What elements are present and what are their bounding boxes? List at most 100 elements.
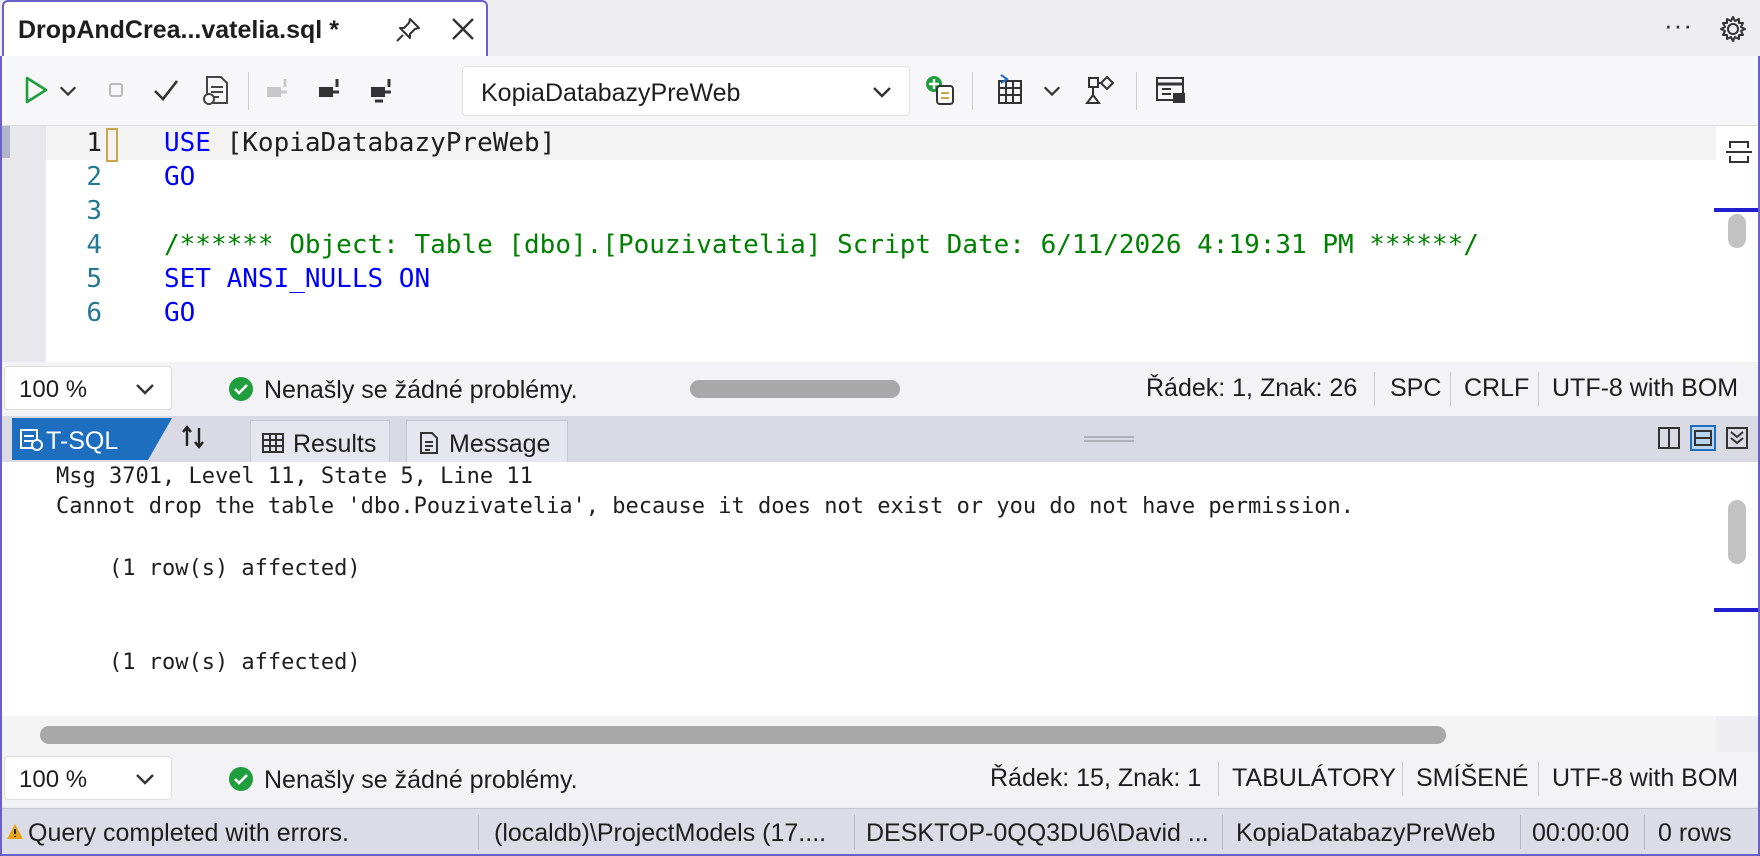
editor-vertical-scroll-thumb[interactable]: [1728, 214, 1746, 248]
chevron-down-icon: [135, 379, 155, 399]
tab-tsql[interactable]: T-SQL: [12, 418, 172, 460]
line-number: 4: [86, 230, 102, 260]
tab-tsql-label: T-SQL: [46, 427, 119, 455]
code-line[interactable]: 1 USE [KopiaDatabazyPreWeb]: [46, 126, 1716, 164]
editor-horizontal-scroll-thumb[interactable]: [690, 380, 900, 398]
status-separator: [1218, 762, 1219, 796]
query-status-text: Query completed with errors.: [28, 819, 349, 847]
change-connection-icon[interactable]: [364, 72, 400, 108]
results-zoom-value: 100 %: [19, 766, 88, 793]
client-statistics-icon[interactable]: [1152, 72, 1188, 108]
split-editor-icon[interactable]: [1724, 136, 1754, 168]
results-to-grid-icon[interactable]: [992, 72, 1028, 108]
cursor-position[interactable]: Řádek: 15, Znak: 1: [990, 764, 1201, 793]
toolbar-separator: [1136, 72, 1137, 110]
more-options-icon[interactable]: ···: [1664, 10, 1693, 41]
line-number: 6: [86, 298, 102, 328]
file-encoding[interactable]: UTF-8 with BOM: [1552, 764, 1738, 793]
chevron-down-icon: [871, 81, 893, 103]
sql-editor[interactable]: 1 USE [KopiaDatabazyPreWeb] 2 GO 3 4 /****** O…: [2, 126, 1758, 362]
split-horizontal-icon[interactable]: [1690, 424, 1716, 452]
user-name[interactable]: DESKTOP-0QQ3DU6\David ...: [866, 819, 1209, 848]
line-number: 5: [86, 264, 102, 294]
tsql-icon: [18, 426, 44, 452]
execute-dropdown-icon[interactable]: [56, 72, 80, 108]
results-tab-strip: T-SQL Results Message: [2, 416, 1758, 462]
error-message-text: Cannot drop the table 'dbo.Pouzivatelia'…: [56, 494, 1355, 519]
line-number: 3: [86, 196, 102, 226]
results-dropdown-icon[interactable]: [1040, 72, 1064, 108]
code-line[interactable]: 5 SET ANSI_NULLS ON: [46, 262, 1716, 300]
tab-results[interactable]: Results: [250, 420, 390, 462]
actual-plan-icon[interactable]: [1084, 72, 1120, 108]
code-line[interactable]: 4 /****** Object: Table [dbo].[Pouzivatel…: [46, 228, 1716, 266]
estimated-plan-icon[interactable]: [198, 72, 234, 108]
rows-affected-message: (1 row(s) affected): [56, 556, 361, 581]
code-token: [KopiaDatabazyPreWeb]: [210, 128, 556, 158]
connect-icon[interactable]: [312, 72, 348, 108]
document-tab-title[interactable]: DropAndCrea...vatelia.sql *: [18, 16, 339, 45]
code-token: GO: [164, 162, 196, 192]
close-icon[interactable]: [448, 14, 478, 44]
messages-vertical-scroll-thumb[interactable]: [1728, 500, 1746, 564]
code-text: USE [KopiaDatabazyPreWeb]: [164, 126, 555, 160]
pin-icon[interactable]: [394, 16, 422, 44]
splitter-grip[interactable]: [1084, 436, 1134, 442]
whitespace-mode[interactable]: TABULÁTORY: [1232, 764, 1396, 793]
tab-message-label: Message: [449, 430, 551, 458]
code-line[interactable]: 3: [46, 194, 1716, 232]
tab-message[interactable]: Message: [406, 420, 568, 462]
code-line[interactable]: 2 GO: [46, 160, 1716, 198]
database-select[interactable]: KopiaDatabazyPreWeb: [462, 66, 910, 116]
elapsed-time: 00:00:00: [1532, 819, 1630, 847]
line-ending[interactable]: CRLF: [1464, 374, 1529, 403]
grid-icon: [261, 431, 285, 455]
messages-horizontal-scroll-thumb[interactable]: [40, 726, 1446, 744]
line-number: 2: [86, 162, 102, 192]
status-separator: [478, 815, 479, 849]
status-separator: [1644, 815, 1645, 849]
database-name[interactable]: KopiaDatabazyPreWeb: [1236, 819, 1495, 848]
check-circle-icon: [228, 766, 254, 792]
line-ending[interactable]: SMÍŠENÉ: [1416, 764, 1529, 793]
code-token: USE: [164, 128, 211, 158]
check-icon[interactable]: [148, 72, 184, 108]
messages-pane[interactable]: Msg 3701, Level 11, State 5, Line 11 Can…: [2, 462, 1758, 716]
code-text: SET ANSI_NULLS ON: [164, 262, 430, 296]
row-count: 0 rows: [1658, 819, 1732, 847]
server-name[interactable]: (localdb)\ProjectModels (17....: [494, 819, 826, 848]
collapse-pane-icon[interactable]: [1724, 424, 1750, 452]
new-query-icon[interactable]: [922, 72, 958, 108]
stop-icon[interactable]: [98, 72, 134, 108]
status-separator: [1520, 815, 1521, 849]
code-text: GO: [164, 296, 195, 330]
database-select-value: KopiaDatabazyPreWeb: [481, 79, 741, 107]
document-tab[interactable]: DropAndCrea...vatelia.sql *: [2, 0, 488, 57]
problems-status[interactable]: Nenašly se žádné problémy.: [264, 376, 578, 405]
problems-status[interactable]: Nenašly se žádné problémy.: [264, 766, 578, 795]
editor-zoom-select[interactable]: 100 %: [4, 366, 172, 410]
gear-icon[interactable]: [1718, 14, 1748, 44]
error-message-line: Msg 3701, Level 11, State 5, Line 11: [56, 464, 533, 489]
results-zoom-select[interactable]: 100 %: [4, 756, 172, 800]
editor-zoom-value: 100 %: [19, 376, 88, 403]
cursor-position[interactable]: Řádek: 1, Znak: 26: [1146, 374, 1357, 403]
status-separator: [1450, 372, 1451, 406]
results-status-bar: 100 % Nenašly se žádné problémy. Řádek: …: [2, 752, 1758, 806]
split-vertical-icon[interactable]: [1656, 424, 1682, 452]
sort-icon[interactable]: [178, 422, 208, 452]
rows-affected-message: (1 row(s) affected): [56, 650, 361, 675]
code-token: GO: [164, 298, 196, 328]
code-line[interactable]: 6 GO: [46, 296, 1716, 334]
editor-status-bar: 100 % Nenašly se žádné problémy. Řádek: …: [2, 362, 1758, 416]
tab-strip: DropAndCrea...vatelia.sql * ···: [0, 0, 1760, 57]
code-token: SET ANSI_NULLS ON: [164, 264, 431, 294]
execute-icon[interactable]: [18, 72, 54, 108]
scrollbar-caret-mark: [1714, 208, 1758, 212]
disconnect-icon[interactable]: [260, 72, 296, 108]
file-encoding[interactable]: UTF-8 with BOM: [1552, 374, 1738, 403]
messages-horizontal-scrollbar[interactable]: [2, 716, 1716, 752]
code-text: /****** Object: Table [dbo].[Pouzivateli…: [164, 228, 1479, 262]
whitespace-mode[interactable]: SPC: [1390, 374, 1441, 403]
code-token: /****** Object: Table [dbo].[Pouzivateli…: [164, 230, 1479, 260]
